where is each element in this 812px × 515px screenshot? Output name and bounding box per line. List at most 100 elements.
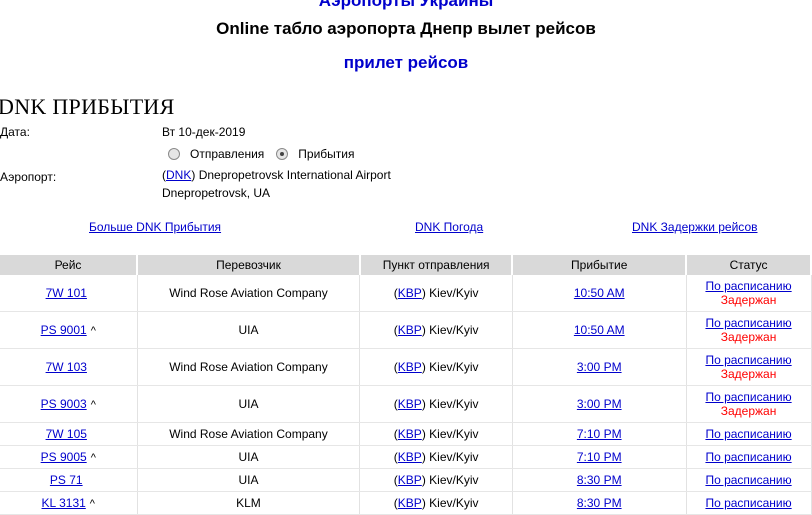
arrival-cell: 8:30 PM bbox=[512, 468, 687, 492]
origin-code-link[interactable]: KBP bbox=[398, 286, 422, 300]
header-status: Статус bbox=[686, 255, 812, 275]
arrival-time-link[interactable]: 10:50 AM bbox=[574, 286, 625, 300]
flight-cell: KL 3131 ^ bbox=[0, 491, 138, 515]
flight-cell: PS 9003 ^ bbox=[0, 385, 138, 423]
arrival-time-link[interactable]: 8:30 PM bbox=[577, 496, 622, 510]
flight-cell: 7W 103 bbox=[0, 348, 138, 386]
status-delayed: Задержан bbox=[720, 293, 777, 307]
origin-city: Kiev/Kyiv bbox=[429, 427, 479, 441]
arrival-time-link[interactable]: 7:10 PM bbox=[577, 450, 622, 464]
arrival-cell: 3:00 PM bbox=[512, 385, 687, 423]
table-row: PS 9003 ^ UIA (KBP) Kiev/Kyiv 3:00 PM По расп… bbox=[0, 385, 812, 423]
airport-info: (DNK) Dnepropetrovsk International Airpo… bbox=[162, 168, 391, 182]
arrival-cell: 8:30 PM bbox=[512, 491, 687, 515]
date-label: Дата: bbox=[0, 125, 30, 139]
origin-cell: (KBP) Kiev/Kyiv bbox=[359, 275, 513, 312]
arrival-time-link[interactable]: 3:00 PM bbox=[577, 397, 622, 411]
flight-link[interactable]: 7W 103 bbox=[46, 360, 87, 374]
delays-link[interactable]: DNK Задержки рейсов bbox=[632, 220, 758, 234]
arrival-cell: 3:00 PM bbox=[512, 348, 687, 386]
table-header-row: Рейс Перевозчик Пункт отправления Прибыт… bbox=[0, 255, 812, 275]
origin-city: Kiev/Kyiv bbox=[429, 360, 479, 374]
flight-cell: 7W 101 bbox=[0, 275, 138, 312]
arrivals-radio-label[interactable]: Прибытия bbox=[298, 147, 354, 161]
carrier-cell: UIA bbox=[137, 385, 361, 423]
codeshare-caret: ^ bbox=[90, 452, 96, 464]
departures-radio[interactable] bbox=[168, 148, 180, 160]
carrier-cell: Wind Rose Aviation Company bbox=[137, 275, 361, 312]
arrivals-link[interactable]: прилет рейсов bbox=[0, 53, 812, 73]
arrival-time-link[interactable]: 7:10 PM bbox=[577, 427, 622, 441]
date-value: Вт 10-дек-2019 bbox=[162, 125, 246, 139]
airport-code-link[interactable]: DNK bbox=[166, 168, 191, 182]
flight-cell: PS 9001 ^ bbox=[0, 311, 138, 349]
flights-table: Рейс Перевозчик Пункт отправления Прибыт… bbox=[0, 255, 812, 515]
arrival-cell: 7:10 PM bbox=[512, 445, 687, 469]
flight-link[interactable]: PS 9005 bbox=[41, 450, 87, 464]
origin-city: Kiev/Kyiv bbox=[429, 473, 479, 487]
arrival-time-link[interactable]: 3:00 PM bbox=[577, 360, 622, 374]
flight-link[interactable]: 7W 105 bbox=[46, 427, 87, 441]
status-link[interactable]: По расписанию bbox=[687, 279, 811, 293]
status-cell: По расписанию bbox=[686, 468, 812, 492]
status-cell: По расписанию bbox=[686, 445, 812, 469]
arrival-time-link[interactable]: 8:30 PM bbox=[577, 473, 622, 487]
status-cell: По расписанию Задержан bbox=[686, 275, 812, 312]
arrival-cell: 10:50 AM bbox=[512, 275, 687, 312]
status-link[interactable]: По расписанию bbox=[687, 316, 811, 330]
table-row: 7W 101 Wind Rose Aviation Company (KBP) Ki… bbox=[0, 275, 812, 312]
flight-link[interactable]: KL 3131 bbox=[42, 496, 86, 510]
airport-name: Dnepropetrovsk International Airport bbox=[198, 168, 391, 182]
origin-city: Kiev/Kyiv bbox=[429, 496, 479, 510]
flight-link[interactable]: 7W 101 bbox=[46, 286, 87, 300]
codeshare-caret: ^ bbox=[90, 325, 96, 337]
arrival-time-link[interactable]: 10:50 AM bbox=[574, 323, 625, 337]
header-arrival: Прибытие bbox=[512, 255, 688, 275]
flight-cell: PS 71 bbox=[0, 468, 138, 492]
origin-code-link[interactable]: KBP bbox=[398, 473, 422, 487]
carrier-cell: UIA bbox=[137, 445, 361, 469]
status-cell: По расписанию Задержан bbox=[686, 311, 812, 349]
origin-code-link[interactable]: KBP bbox=[398, 397, 422, 411]
flight-link[interactable]: PS 9003 bbox=[41, 397, 87, 411]
status-link[interactable]: По расписанию bbox=[687, 390, 811, 404]
origin-code-link[interactable]: KBP bbox=[398, 323, 422, 337]
status-delayed: Задержан bbox=[720, 404, 777, 418]
flight-link[interactable]: PS 71 bbox=[50, 473, 83, 487]
status-delayed: Задержан bbox=[720, 367, 777, 381]
origin-cell: (KBP) Kiev/Kyiv bbox=[359, 311, 513, 349]
status-link[interactable]: По расписанию bbox=[687, 427, 811, 441]
section-title: DNK ПРИБЫТИЯ bbox=[0, 94, 175, 119]
carrier-cell: UIA bbox=[137, 468, 361, 492]
departures-radio-label[interactable]: Отправления bbox=[190, 147, 264, 161]
origin-code-link[interactable]: KBP bbox=[398, 360, 422, 374]
carrier-cell: Wind Rose Aviation Company bbox=[137, 348, 361, 386]
flight-cell: PS 9005 ^ bbox=[0, 445, 138, 469]
origin-cell: (KBP) Kiev/Kyiv bbox=[359, 348, 513, 386]
origin-code-link[interactable]: KBP bbox=[398, 450, 422, 464]
origin-cell: (KBP) Kiev/Kyiv bbox=[359, 491, 513, 515]
airport-city: Dnepropetrovsk, UA bbox=[162, 186, 271, 200]
weather-link[interactable]: DNK Погода bbox=[415, 220, 483, 234]
status-link[interactable]: По расписанию bbox=[687, 353, 811, 367]
arrival-cell: 7:10 PM bbox=[512, 422, 687, 446]
carrier-cell: UIA bbox=[137, 311, 361, 349]
page-title: Online табло аэропорта Днепр вылет рейсо… bbox=[216, 19, 596, 38]
header-origin: Пункт отправления bbox=[359, 255, 514, 275]
status-delayed: Задержан bbox=[720, 330, 777, 344]
origin-city: Kiev/Kyiv bbox=[429, 286, 479, 300]
status-link[interactable]: По расписанию bbox=[687, 473, 811, 487]
top-link[interactable]: Аэропорты Украины bbox=[0, 0, 812, 11]
status-link[interactable]: По расписанию bbox=[687, 496, 811, 510]
flight-link[interactable]: PS 9001 bbox=[41, 323, 87, 337]
more-arrivals-link[interactable]: Больше DNK Прибытия bbox=[89, 220, 221, 234]
flight-cell: 7W 105 bbox=[0, 422, 138, 446]
status-link[interactable]: По расписанию bbox=[687, 450, 811, 464]
origin-city: Kiev/Kyiv bbox=[429, 323, 479, 337]
origin-city: Kiev/Kyiv bbox=[429, 450, 479, 464]
header-flight: Рейс bbox=[0, 255, 139, 275]
table-row: PS 71 UIA (KBP) Kiev/Kyiv 8:30 PM По расписа… bbox=[0, 468, 812, 492]
arrivals-radio[interactable] bbox=[276, 148, 289, 160]
origin-code-link[interactable]: KBP bbox=[398, 427, 422, 441]
origin-code-link[interactable]: KBP bbox=[398, 496, 422, 510]
